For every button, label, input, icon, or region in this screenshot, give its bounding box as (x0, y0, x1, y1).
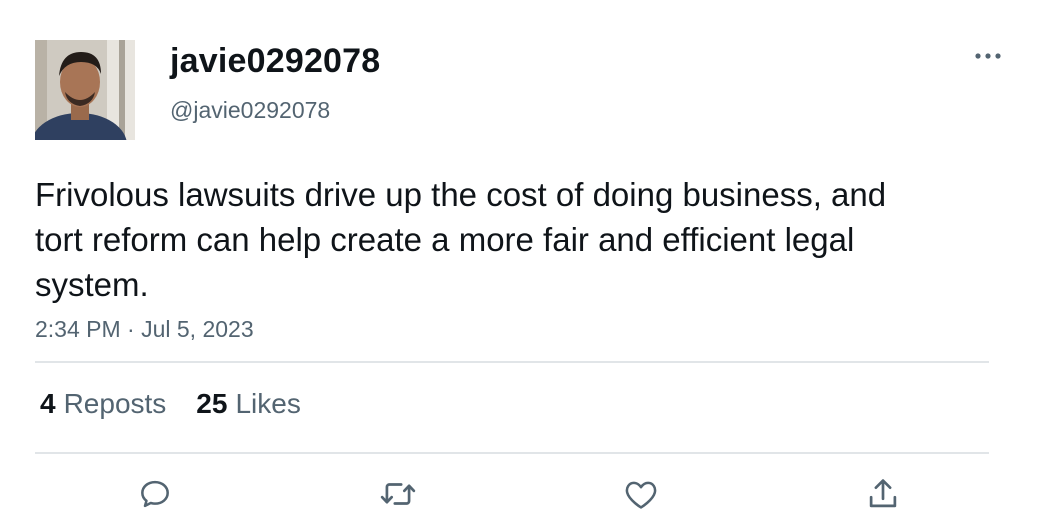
likes-stat[interactable]: 25 Likes (196, 388, 301, 420)
reposts-label: Reposts (63, 388, 167, 419)
like-button[interactable] (621, 474, 661, 514)
share-icon (869, 479, 897, 508)
reposts-stat[interactable]: 4 Reposts (40, 388, 166, 420)
reply-icon (141, 480, 169, 508)
post-stats: 4 Reposts 25 Likes (40, 388, 301, 420)
repost-icon (380, 483, 416, 505)
like-icon (625, 481, 657, 509)
post-text: Frivolous lawsuits drive up the cost of … (35, 176, 887, 303)
user-handle[interactable]: @javie0292078 (170, 97, 330, 124)
divider (35, 452, 989, 454)
more-options-button[interactable] (970, 44, 1006, 68)
avatar[interactable] (35, 40, 135, 140)
reply-button[interactable] (135, 474, 175, 514)
share-button[interactable] (863, 474, 903, 514)
display-name[interactable]: javie0292078 (170, 42, 380, 81)
divider (35, 361, 989, 363)
likes-count: 25 (196, 388, 228, 419)
reposts-count: 4 (40, 388, 56, 419)
more-icon (975, 53, 1001, 59)
avatar-image (35, 40, 135, 140)
repost-button[interactable] (378, 474, 418, 514)
likes-label: Likes (235, 388, 301, 419)
post-timestamp[interactable]: 2:34 PM · Jul 5, 2023 (35, 316, 254, 343)
